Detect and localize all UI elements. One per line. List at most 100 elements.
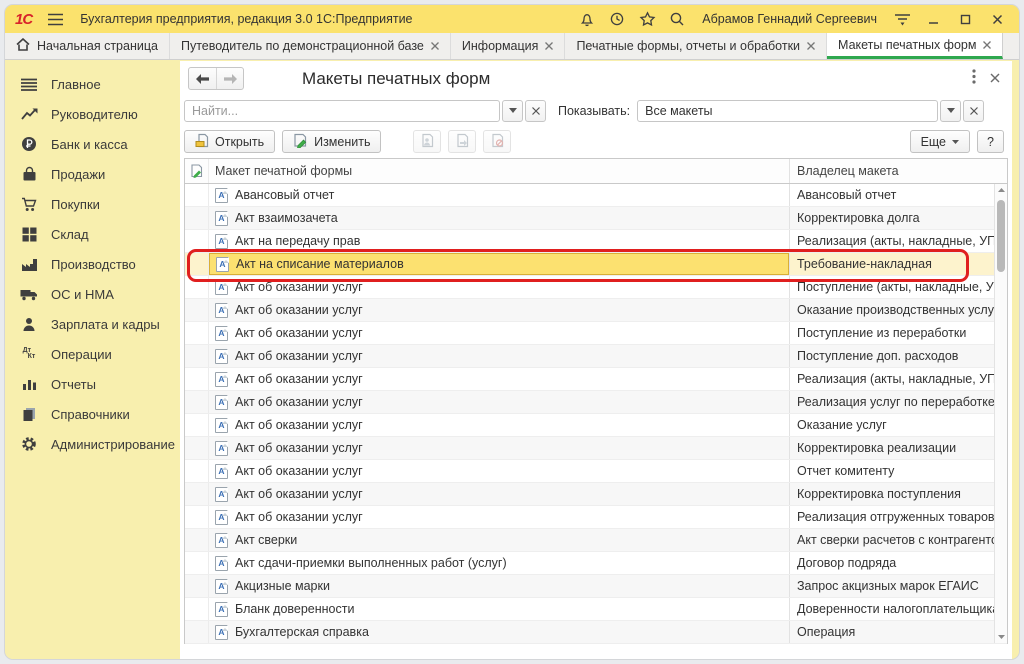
layout-owner-cell[interactable]: Корректировка поступления [789,483,1007,505]
layout-name-cell[interactable]: АБухгалтерская справка [209,621,789,643]
layout-owner-cell[interactable]: Запрос акцизных марок ЕГАИС [789,575,1007,597]
scroll-down-arrow[interactable] [995,631,1007,643]
table-row[interactable]: ААкт об оказании услугРеализация отгруже… [185,506,1007,529]
table-row[interactable]: ААкт об оказании услугПоступление (акты,… [185,276,1007,299]
sidebar-item-bank-cash[interactable]: Банк и касса [5,129,180,159]
table-row[interactable]: ААкт об оказании услугРеализация (акты, … [185,368,1007,391]
vertical-scrollbar[interactable] [994,184,1007,643]
layout-owner-cell[interactable]: Отчет комитенту [789,460,1007,482]
search-input[interactable] [184,100,500,122]
layout-name-cell[interactable]: ААкт об оказании услуг [209,460,789,482]
table-row[interactable]: ААкт об оказании услугПоступление доп. р… [185,345,1007,368]
search-icon[interactable] [666,9,688,29]
tab-layouts[interactable]: Макеты печатных форм [827,33,1003,59]
table-row[interactable]: ААкт на списание материаловТребование-на… [185,253,1007,276]
table-header[interactable]: Макет печатной формы Владелец макета [185,159,1007,184]
layout-name-cell[interactable]: ААвансовый отчет [209,184,789,206]
close-panel-icon[interactable] [990,70,1000,88]
kebab-menu-icon[interactable] [972,69,976,89]
sidebar-item-warehouse[interactable]: Склад [5,219,180,249]
layout-owner-cell[interactable]: Реализация отгруженных товаров [789,506,1007,528]
tab-guide[interactable]: Путеводитель по демонстрационной базе [170,33,451,59]
show-filter-combobox[interactable]: Все макеты [637,100,938,122]
layout-owner-cell[interactable]: Корректировка реализации [789,437,1007,459]
search-clear-button[interactable] [525,100,546,122]
layout-name-cell[interactable]: ААкт об оказании услуг [209,483,789,505]
table-row[interactable]: ААкт об оказании услугРеализация услуг п… [185,391,1007,414]
layout-name-cell[interactable]: ААкт на списание материалов [209,253,789,275]
layout-name-cell[interactable]: ААкт об оказании услуг [209,391,789,413]
column-header-layout-name[interactable]: Макет печатной формы [209,159,789,183]
table-row[interactable]: ААвансовый отчетАвансовый отчет [185,184,1007,207]
show-filter-dropdown-button[interactable] [940,100,961,122]
layout-owner-cell[interactable]: Требование-накладная [789,253,1007,275]
table-row[interactable]: ААкцизные маркиЗапрос акцизных марок ЕГА… [185,575,1007,598]
layout-name-cell[interactable]: АБланк доверенности [209,598,789,620]
table-row[interactable]: ААкт об оказании услугОтчет комитенту [185,460,1007,483]
layout-name-cell[interactable]: ААкт сверки [209,529,789,551]
table-row[interactable]: АБухгалтерская справкаОперация [185,621,1007,644]
layout-owner-cell[interactable]: Доверенности налогоплательщика [789,598,1007,620]
layout-owner-cell[interactable]: Оказание услуг [789,414,1007,436]
layout-name-cell[interactable]: ААкт об оказании услуг [209,414,789,436]
close-window-button[interactable] [985,9,1009,29]
layout-owner-cell[interactable]: Акт сверки расчетов с контрагентом [789,529,1007,551]
tab-close-icon[interactable] [807,42,815,50]
edit-button[interactable]: Изменить [282,130,381,153]
sidebar-item-administration[interactable]: Администрирование [5,429,180,459]
table-row[interactable]: ААкт об оказании услугОказание производс… [185,299,1007,322]
tab-close-icon[interactable] [431,42,439,50]
layout-name-cell[interactable]: ААкт об оказании услуг [209,299,789,321]
minimize-button[interactable] [921,9,945,29]
column-header-layout-owner[interactable]: Владелец макета [789,159,1007,183]
table-row[interactable]: ААкт об оказании услугПоступление из пер… [185,322,1007,345]
tab-home[interactable]: Начальная страница [5,33,170,59]
sidebar-item-manager[interactable]: Руководителю [5,99,180,129]
table-row[interactable]: ААкт об оказании услугКорректировка реал… [185,437,1007,460]
layout-owner-cell[interactable]: Поступление доп. расходов [789,345,1007,367]
layout-owner-cell[interactable]: Авансовый отчет [789,184,1007,206]
layout-name-cell[interactable]: ААкт об оказании услуг [209,345,789,367]
layout-name-cell[interactable]: ААкт об оказании услуг [209,276,789,298]
sidebar-item-operations[interactable]: ДтКтОперации [5,339,180,369]
export-layout-button[interactable] [448,130,476,153]
scrollbar-thumb[interactable] [997,200,1005,272]
service-menu-icon[interactable] [891,9,913,29]
sidebar-item-production[interactable]: Производство [5,249,180,279]
table-row[interactable]: ААкт сверкиАкт сверки расчетов с контраг… [185,529,1007,552]
history-icon[interactable] [606,9,628,29]
sidebar-item-fixed-assets[interactable]: ОС и НМА [5,279,180,309]
show-filter-clear-button[interactable] [963,100,984,122]
layout-name-cell[interactable]: ААкт взаимозачета [209,207,789,229]
table-row[interactable]: ААкт сдачи-приемки выполненных работ (ус… [185,552,1007,575]
search-dropdown-button[interactable] [502,100,523,122]
table-row[interactable]: АБланк доверенностиДоверенности налогопл… [185,598,1007,621]
tab-close-icon[interactable] [545,42,553,50]
sidebar-item-salary-hr[interactable]: Зарплата и кадры [5,309,180,339]
back-arrow-button[interactable] [189,68,216,89]
restore-layout-button[interactable] [483,130,511,153]
forward-arrow-button[interactable] [216,68,243,89]
layout-name-cell[interactable]: ААкт об оказании услуг [209,322,789,344]
hamburger-menu-icon[interactable] [44,9,66,29]
table-row[interactable]: ААкт взаимозачетаКорректировка долга [185,207,1007,230]
copy-layout-button[interactable] [413,130,441,153]
layout-name-cell[interactable]: ААкт об оказании услуг [209,506,789,528]
layout-name-cell[interactable]: ААкт об оказании услуг [209,437,789,459]
open-button[interactable]: Открыть [184,130,275,153]
scroll-up-arrow[interactable] [995,184,1007,196]
layout-name-cell[interactable]: ААкт на передачу прав [209,230,789,252]
notifications-bell-icon[interactable] [576,9,598,29]
layout-owner-cell[interactable]: Поступление из переработки [789,322,1007,344]
layout-owner-cell[interactable]: Реализация (акты, накладные, УПД) [789,230,1007,252]
current-user-name[interactable]: Абрамов Геннадий Сергеевич [702,12,877,26]
sidebar-item-main[interactable]: Главное [5,69,180,99]
layout-name-cell[interactable]: ААкцизные марки [209,575,789,597]
layout-owner-cell[interactable]: Реализация (акты, накладные, УПД) [789,368,1007,390]
maximize-button[interactable] [953,9,977,29]
layout-owner-cell[interactable]: Оказание производственных услуг [789,299,1007,321]
layout-owner-cell[interactable]: Корректировка долга [789,207,1007,229]
sidebar-item-purchases[interactable]: Покупки [5,189,180,219]
more-button[interactable]: Еще [910,130,970,153]
table-row[interactable]: ААкт об оказании услугКорректировка пост… [185,483,1007,506]
